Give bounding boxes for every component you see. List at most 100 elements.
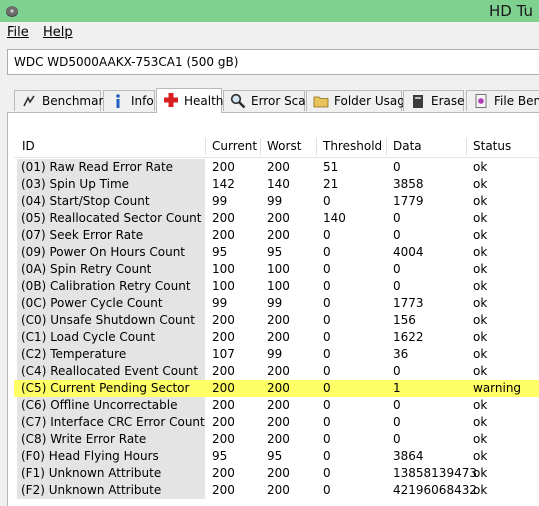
column-header-id[interactable]: ID [22, 135, 35, 157]
cell-id: (C0) Unsafe Shutdown Count [21, 313, 195, 327]
cell-current: 142 [212, 177, 235, 191]
cell-worst: 200 [267, 432, 290, 446]
cell-worst: 140 [267, 177, 290, 191]
column-header-status[interactable]: Status [473, 135, 511, 157]
cell-data: 0 [393, 415, 401, 429]
column-header-worst[interactable]: Worst [267, 135, 301, 157]
drive-select-value: WDC WD5000AAKX-753CA1 (500 gB) [14, 55, 239, 69]
cell-threshold: 0 [323, 466, 331, 480]
table-row[interactable]: (0C) Power Cycle Count 99 99 0 1773 ok [14, 295, 539, 312]
cell-data: 0 [393, 364, 401, 378]
cell-id: (C8) Write Error Rate [21, 432, 147, 446]
cell-data: 0 [393, 262, 401, 276]
cell-threshold: 0 [323, 194, 331, 208]
tab-folder-usage[interactable]: Folder Usage [306, 90, 412, 111]
cell-status: ok [473, 194, 488, 208]
menu-help[interactable]: Help [43, 25, 73, 40]
table-row[interactable]: (C4) Reallocated Event Count 200 200 0 0 ok [14, 363, 539, 380]
table-row[interactable]: (01) Raw Read Error Rate 200 200 51 0 ok [14, 159, 539, 176]
table-row[interactable]: (C1) Load Cycle Count 200 200 0 1622 ok [14, 329, 539, 346]
cell-data: 0 [393, 398, 401, 412]
cell-worst: 200 [267, 330, 290, 344]
cell-status: ok [473, 330, 488, 344]
title-bar[interactable]: HD Tu [0, 0, 539, 22]
table-row[interactable]: (F2) Unknown Attribute 200 200 0 42196068432… [14, 482, 539, 499]
table-row[interactable]: (C8) Write Error Rate 200 200 0 0 ok [14, 431, 539, 448]
column-header-current[interactable]: Current [212, 135, 257, 157]
cell-current: 200 [212, 364, 235, 378]
cell-id: (0C) Power Cycle Count [21, 296, 163, 310]
table-row[interactable]: (07) Seek Error Rate 200 200 0 0 ok [14, 227, 539, 244]
cell-data: 0 [393, 228, 401, 242]
tab-erase[interactable]: Erase [403, 90, 465, 111]
cell-id: (C5) Current Pending Sector [21, 381, 190, 395]
column-separator[interactable] [260, 138, 261, 155]
cell-threshold: 0 [323, 432, 331, 446]
column-separator[interactable] [466, 138, 467, 155]
app-disk-icon [6, 6, 18, 17]
cell-data: 1 [393, 381, 401, 395]
table-row[interactable]: (03) Spin Up Time 142 140 21 3858 ok [14, 176, 539, 193]
table-row[interactable]: (C2) Temperature 107 99 0 36 ok [14, 346, 539, 363]
table-row[interactable]: (C0) Unsafe Shutdown Count 200 200 0 156 ok [14, 312, 539, 329]
table-row[interactable]: (05) Reallocated Sector Count 200 200 140 0 o… [14, 210, 539, 227]
cell-id: (07) Seek Error Rate [21, 228, 144, 242]
health-cross-icon [164, 93, 178, 107]
cell-threshold: 0 [323, 381, 331, 395]
column-header-threshold[interactable]: Threshold [323, 135, 382, 157]
table-row[interactable]: (F1) Unknown Attribute 200 200 0 13858139473… [14, 465, 539, 482]
cell-id: (04) Start/Stop Count [21, 194, 150, 208]
table-row[interactable]: (C7) Interface CRC Error Count 200 200 0 0 ok [14, 414, 539, 431]
tab-error-scan[interactable]: Error Scan [223, 90, 313, 111]
tab-health[interactable]: Health [156, 88, 223, 113]
cell-id: (C6) Offline Uncorrectable [21, 398, 178, 412]
table-row[interactable]: (04) Start/Stop Count 99 99 0 1779 ok [14, 193, 539, 210]
table-row[interactable]: (09) Power On Hours Count 95 95 0 4004 ok [14, 244, 539, 261]
cell-current: 200 [212, 415, 235, 429]
magnifier-icon [230, 93, 246, 109]
cell-current: 100 [212, 279, 235, 293]
cell-worst: 200 [267, 415, 290, 429]
column-header-data[interactable]: Data [393, 135, 422, 157]
cell-data: 42196068432 [393, 483, 477, 497]
column-separator[interactable] [386, 138, 387, 155]
cell-worst: 99 [267, 194, 283, 208]
cell-id: (0A) Spin Retry Count [21, 262, 152, 276]
cell-data: 0 [393, 279, 401, 293]
cell-current: 95 [212, 245, 228, 259]
table-row[interactable]: (C6) Offline Uncorrectable 200 200 0 0 ok [14, 397, 539, 414]
cell-current: 100 [212, 262, 235, 276]
cell-id: (C2) Temperature [21, 347, 127, 361]
header-divider [14, 157, 539, 158]
cell-status: ok [473, 364, 488, 378]
table-row[interactable]: (C5) Current Pending Sector 200 200 0 1 warni… [14, 380, 539, 397]
cell-status: ok [473, 160, 488, 174]
column-separator[interactable] [316, 138, 317, 155]
cell-threshold: 0 [323, 313, 331, 327]
cell-current: 200 [212, 211, 235, 225]
cell-id: (F2) Unknown Attribute [21, 483, 162, 497]
cell-worst: 200 [267, 211, 290, 225]
cell-worst: 200 [267, 483, 290, 497]
cell-current: 107 [212, 347, 235, 361]
cell-data: 1779 [393, 194, 424, 208]
cell-id: (C7) Interface CRC Error Count [21, 415, 205, 429]
tab-info-label: Info [131, 94, 154, 108]
cell-worst: 200 [267, 228, 290, 242]
drive-select[interactable]: WDC WD5000AAKX-753CA1 (500 gB) [7, 49, 539, 75]
cell-threshold: 21 [323, 177, 339, 191]
tab-file-bench[interactable]: File Bench [466, 90, 539, 111]
table-row[interactable]: (0A) Spin Retry Count 100 100 0 0 ok [14, 261, 539, 278]
menu-file[interactable]: File [7, 25, 29, 40]
cell-threshold: 0 [323, 415, 331, 429]
table-row[interactable]: (0B) Calibration Retry Count 100 100 0 0 ok [14, 278, 539, 295]
tab-bar: Benchmark Info Health Error Scan Folder … [0, 88, 539, 113]
cell-threshold: 140 [323, 211, 346, 225]
column-separator[interactable] [205, 138, 206, 155]
cell-id: (C1) Load Cycle Count [21, 330, 156, 344]
tab-benchmark[interactable]: Benchmark [14, 90, 110, 111]
folder-icon [313, 96, 329, 108]
menu-help-label: Help [43, 25, 73, 40]
tab-info[interactable]: Info [103, 90, 155, 111]
table-row[interactable]: (F0) Head Flying Hours 95 95 0 3864 ok [14, 448, 539, 465]
